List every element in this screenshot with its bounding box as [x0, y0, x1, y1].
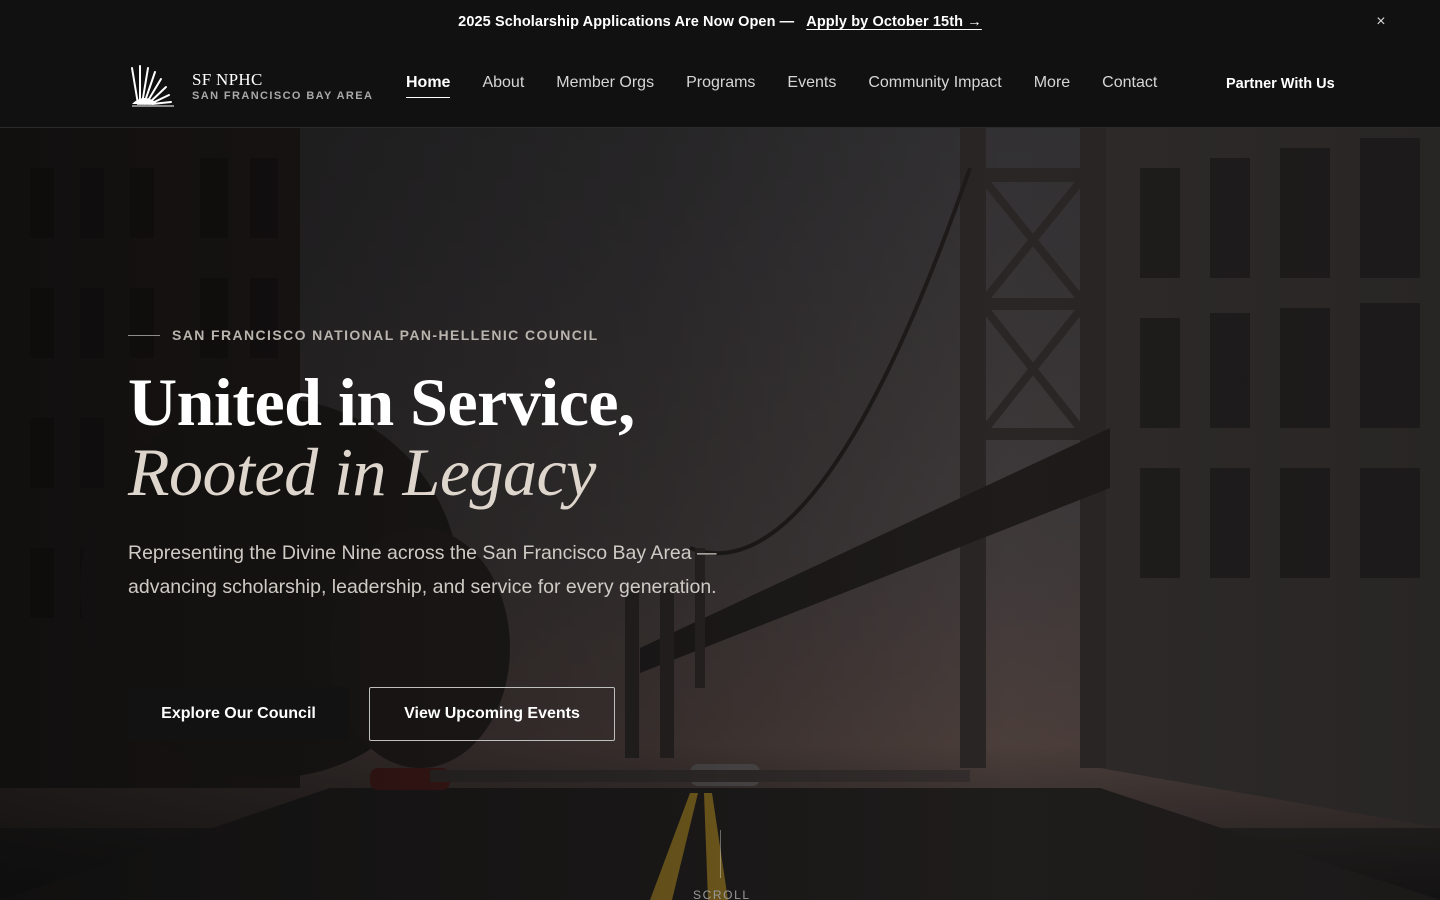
apply-link[interactable]: Apply by October 15th → [806, 14, 982, 30]
nav-events[interactable]: Events [787, 74, 836, 98]
close-icon[interactable]: × [1372, 13, 1390, 31]
hero-section: SAN FRANCISCO NATIONAL PAN-HELLENIC COUN… [0, 128, 1440, 900]
announcement-bar: 2025 Scholarship Applications Are Now Op… [0, 0, 1440, 44]
announcement-message: 2025 Scholarship Applications Are Now Op… [458, 14, 795, 30]
site-header: SF NPHC SAN FRANCISCO BAY AREA Home Abou… [0, 44, 1440, 128]
nav-contact[interactable]: Contact [1102, 74, 1157, 98]
hero-overlay [0, 128, 1440, 900]
nav-member-orgs[interactable]: Member Orgs [556, 74, 654, 98]
scroll-indicator-line [720, 830, 721, 878]
nav-community-impact[interactable]: Community Impact [868, 74, 1001, 98]
nav-programs[interactable]: Programs [686, 74, 755, 98]
eyebrow-text: SAN FRANCISCO NATIONAL PAN-HELLENIC COUN… [172, 327, 599, 343]
hero-lead: Representing the Divine Nine across the … [128, 542, 717, 598]
hero-eyebrow: SAN FRANCISCO NATIONAL PAN-HELLENIC COUN… [128, 327, 599, 343]
main-nav: Home About Member Orgs Programs Events C… [406, 74, 1157, 98]
sunburst-logo-icon [131, 65, 174, 107]
site-logo[interactable]: SF NPHC SAN FRANCISCO BAY AREA [128, 62, 373, 110]
explore-council-button[interactable]: Explore Our Council [128, 687, 349, 741]
nav-about[interactable]: About [482, 74, 524, 98]
eyebrow-divider [128, 334, 160, 336]
nav-home[interactable]: Home [406, 74, 451, 98]
view-events-button[interactable]: View Upcoming Events [369, 687, 615, 741]
partner-with-us-button[interactable]: Partner With Us [1226, 76, 1335, 92]
logo-name: SF NPHC [192, 69, 263, 89]
hero-title-line1: United in Service, [128, 364, 635, 440]
hero-title-line2: Rooted in Legacy [128, 434, 596, 510]
scroll-indicator-label[interactable]: SCROLL [693, 888, 751, 900]
nav-more[interactable]: More [1034, 74, 1070, 98]
logo-subtitle: SAN FRANCISCO BAY AREA [192, 89, 374, 102]
